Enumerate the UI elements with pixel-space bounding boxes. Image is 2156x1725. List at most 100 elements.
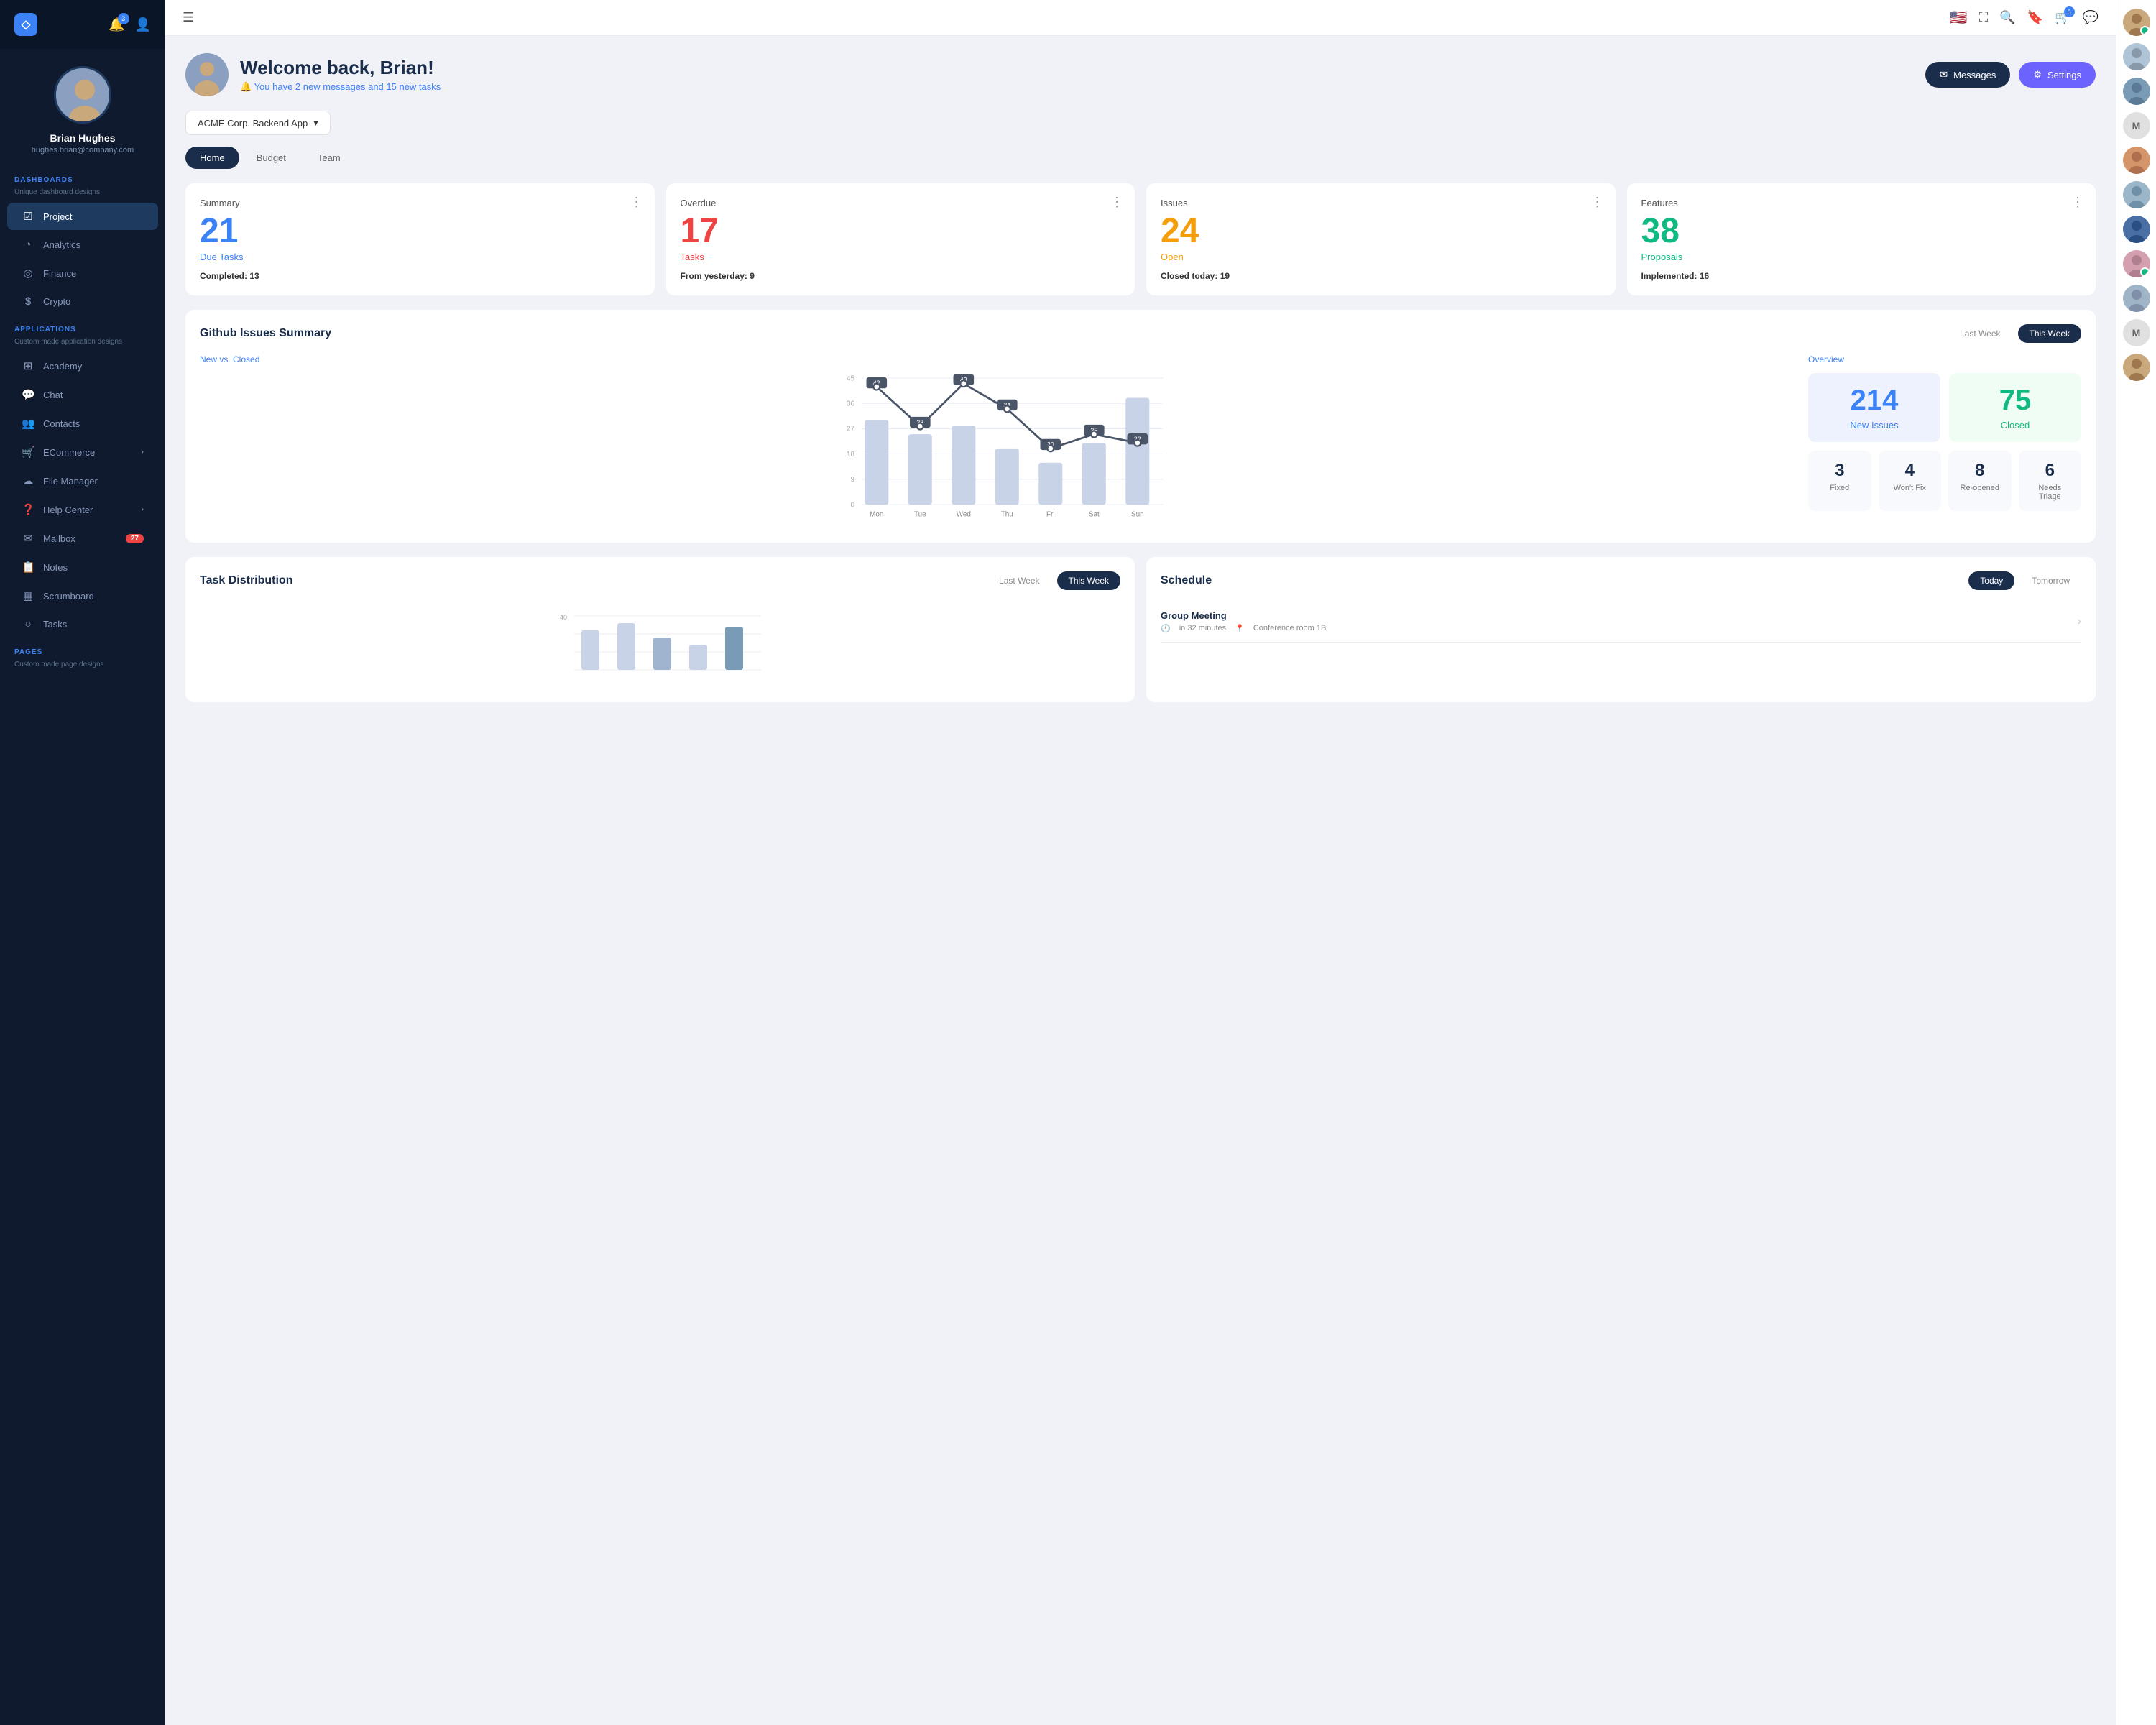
- rp-avatar-5[interactable]: [2123, 181, 2150, 208]
- sidebar-item-academy[interactable]: ⊞ Academy: [7, 352, 158, 380]
- task-this-week-button[interactable]: This Week: [1057, 571, 1120, 590]
- cart-button[interactable]: 🛒 5: [2055, 10, 2070, 25]
- task-last-week-button[interactable]: Last Week: [987, 571, 1051, 590]
- file-manager-icon: ☁: [22, 474, 34, 487]
- card-more-icon[interactable]: ⋮: [1110, 195, 1123, 210]
- notes-icon: 📋: [22, 561, 34, 574]
- project-selector[interactable]: ACME Corp. Backend App ▾: [185, 111, 331, 135]
- rp-avatar-6[interactable]: [2123, 216, 2150, 243]
- chevron-right-icon[interactable]: ›: [2078, 615, 2081, 628]
- contacts-icon: 👥: [22, 417, 34, 430]
- github-section-header: Github Issues Summary Last Week This Wee…: [200, 324, 2081, 343]
- card-label: Proposals: [1641, 252, 2082, 262]
- sidebar-item-ecommerce[interactable]: 🛒 ECommerce ›: [7, 438, 158, 466]
- notifications-button[interactable]: 🔔 3: [109, 17, 124, 32]
- tab-home[interactable]: Home: [185, 147, 239, 169]
- card-footer: Implemented: 16: [1641, 271, 2082, 281]
- rp-avatar-1[interactable]: [2123, 9, 2150, 36]
- messages-button[interactable]: ✉ Messages: [1925, 62, 2010, 88]
- sidebar-item-mailbox[interactable]: ✉ Mailbox 27: [7, 525, 158, 552]
- overview-bottom: 3 Fixed 4 Won't Fix 8 Re-opened 6: [1808, 451, 2081, 511]
- tab-team[interactable]: Team: [303, 147, 355, 169]
- tab-budget[interactable]: Budget: [242, 147, 300, 169]
- left-sidebar: ◇ 🔔 3 👤 Brian Hughes hughes.brian@compan…: [0, 0, 165, 1725]
- rp-avatar-8[interactable]: [2123, 285, 2150, 312]
- chart-wrapper: 45 36 27 18 9 0: [200, 370, 1794, 528]
- welcome-left: Welcome back, Brian! 🔔 You have 2 new me…: [185, 53, 441, 96]
- svg-text:45: 45: [847, 374, 855, 382]
- rp-avatar-7[interactable]: [2123, 250, 2150, 277]
- messages-icon: ✉: [1940, 69, 1948, 80]
- sidebar-item-analytics[interactable]: ◔ Analytics: [7, 231, 158, 258]
- rp-avatar-3[interactable]: [2123, 78, 2150, 105]
- sidebar-item-help-center[interactable]: ❓ Help Center ›: [7, 496, 158, 523]
- ecommerce-icon: 🛒: [22, 446, 34, 459]
- card-footer: Closed today: 19: [1161, 271, 1601, 281]
- sidebar-item-notes[interactable]: 📋 Notes: [7, 553, 158, 581]
- tomorrow-button[interactable]: Tomorrow: [2020, 571, 2081, 590]
- svg-text:Sun: Sun: [1131, 511, 1144, 519]
- user-status-icon[interactable]: 👤: [135, 17, 151, 32]
- this-week-button[interactable]: This Week: [2018, 324, 2081, 343]
- tasks-icon: ○: [22, 618, 34, 630]
- sidebar-header-icons: 🔔 3 👤: [109, 17, 151, 32]
- sidebar-item-file-manager[interactable]: ☁ File Manager: [7, 467, 158, 494]
- today-button[interactable]: Today: [1968, 571, 2014, 590]
- pages-section-label: PAGES: [0, 638, 165, 661]
- chevron-down-icon: ▾: [313, 117, 318, 129]
- rp-avatar-M1[interactable]: M: [2123, 112, 2150, 139]
- top-bar: ☰ 🇺🇸 ⛶ 🔍 🔖 🛒 5 💬: [165, 0, 2116, 36]
- applications-section-sub: Custom made application designs: [0, 338, 165, 351]
- meeting-meta: 🕐 in 32 minutes 📍 Conference room 1B: [1161, 624, 1326, 633]
- sidebar-item-label: Chat: [43, 390, 63, 400]
- sidebar-item-contacts[interactable]: 👥 Contacts: [7, 410, 158, 437]
- card-footer: From yesterday: 9: [681, 271, 1121, 281]
- card-more-icon[interactable]: ⋮: [2071, 195, 2084, 210]
- sidebar-item-finance[interactable]: ◎ Finance: [7, 259, 158, 287]
- sidebar-item-project[interactable]: ☑ Project: [7, 203, 158, 230]
- svg-text:40: 40: [560, 614, 567, 621]
- settings-button[interactable]: ⚙ Settings: [2019, 62, 2096, 88]
- right-panel: M M: [2116, 0, 2156, 1725]
- ecommerce-expand-icon: ›: [141, 448, 144, 456]
- search-button[interactable]: 🔍: [1999, 10, 2015, 25]
- rp-avatar-4[interactable]: [2123, 147, 2150, 174]
- rp-avatar-2[interactable]: [2123, 43, 2150, 70]
- app-logo[interactable]: ◇: [14, 13, 37, 36]
- rp-avatar-M2[interactable]: M: [2123, 319, 2150, 346]
- card-title: Features: [1641, 198, 2082, 208]
- finance-icon: ◎: [22, 267, 34, 280]
- wontfix-label: Won't Fix: [1889, 484, 1932, 492]
- wontfix-stat: 4 Won't Fix: [1879, 451, 1942, 511]
- sidebar-item-chat[interactable]: 💬 Chat: [7, 381, 158, 408]
- last-week-button[interactable]: Last Week: [1948, 324, 2012, 343]
- hamburger-menu[interactable]: ☰: [183, 10, 194, 25]
- sidebar-item-tasks[interactable]: ○ Tasks: [7, 611, 158, 638]
- messages-button[interactable]: 💬: [2083, 10, 2099, 25]
- card-label: Due Tasks: [200, 252, 640, 262]
- project-selector-label: ACME Corp. Backend App: [198, 118, 308, 129]
- sidebar-item-scrumboard[interactable]: ▦ Scrumboard: [7, 582, 158, 610]
- github-issues-section: Github Issues Summary Last Week This Wee…: [185, 310, 2096, 543]
- sidebar-item-crypto[interactable]: $ Crypto: [7, 288, 158, 315]
- card-label: Tasks: [681, 252, 1121, 262]
- bookmark-button[interactable]: 🔖: [2027, 10, 2043, 25]
- sidebar-header: ◇ 🔔 3 👤: [0, 0, 165, 49]
- wontfix-num: 4: [1889, 461, 1932, 481]
- pages-section-sub: Custom made page designs: [0, 661, 165, 674]
- svg-text:Thu: Thu: [1001, 511, 1013, 519]
- card-more-icon[interactable]: ⋮: [630, 195, 643, 210]
- sidebar-item-label: ECommerce: [43, 447, 95, 458]
- welcome-subtitle: 🔔 You have 2 new messages and 15 new tas…: [240, 81, 441, 93]
- language-flag[interactable]: 🇺🇸: [1950, 9, 1968, 27]
- fullscreen-button[interactable]: ⛶: [1979, 10, 1989, 25]
- top-bar-left: ☰: [183, 10, 194, 25]
- academy-icon: ⊞: [22, 359, 34, 372]
- bottom-row: Task Distribution Last Week This Week 40: [185, 557, 2096, 702]
- fixed-label: Fixed: [1818, 484, 1861, 492]
- card-more-icon[interactable]: ⋮: [1591, 195, 1604, 210]
- sidebar-item-label: Contacts: [43, 418, 80, 429]
- overview-area: Overview 214 New Issues 75 Closed: [1808, 354, 2081, 528]
- mailbox-badge: 27: [126, 534, 144, 543]
- rp-avatar-9[interactable]: [2123, 354, 2150, 381]
